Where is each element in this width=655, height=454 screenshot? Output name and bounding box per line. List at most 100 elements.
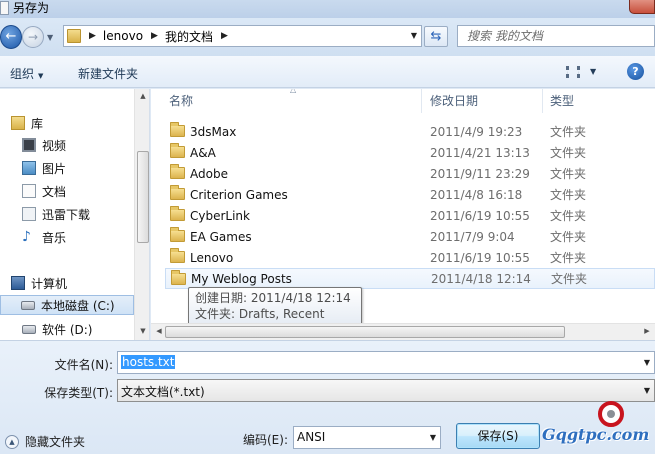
nav-item-downloads[interactable]: 迅雷下载 (22, 204, 90, 224)
breadcrumb-separator-icon[interactable]: ▶ (89, 31, 96, 41)
nav-item-music[interactable]: ♪ 音乐 (22, 227, 66, 247)
address-history-dropdown[interactable]: ▼ (411, 31, 417, 40)
breadcrumb-lenovo[interactable]: lenovo (103, 29, 143, 43)
file-name: Criterion Games (190, 187, 288, 202)
hard-drive-icon (22, 324, 36, 334)
filetype-label: 保存类型(T): (44, 386, 113, 400)
column-header-modified[interactable]: 修改日期 (430, 89, 478, 113)
file-row[interactable]: CyberLink 2011/6/19 10:55 文件夹 (165, 205, 655, 226)
scrollbar-thumb[interactable] (165, 326, 565, 338)
nav-item-label: 计算机 (31, 276, 68, 291)
filetype-select[interactable]: 文本文档(*.txt) ▼ (117, 379, 655, 402)
nav-item-pictures[interactable]: 图片 (22, 158, 66, 178)
view-options-dropdown[interactable]: ▼ (590, 67, 596, 76)
folder-icon (170, 185, 185, 200)
refresh-button[interactable]: ⇆ (424, 26, 448, 47)
file-row[interactable]: EA Games 2011/7/9 9:04 文件夹 (165, 226, 655, 247)
library-icon (11, 116, 25, 130)
file-row[interactable]: Lenovo 2011/6/19 10:55 文件夹 (165, 247, 655, 268)
file-name: CyberLink (190, 208, 250, 223)
nav-item-label: 软件 (D:) (42, 322, 93, 337)
back-arrow-icon: ← (5, 29, 17, 44)
chevron-down-icon[interactable]: ▼ (644, 358, 650, 367)
back-button[interactable]: ← (0, 25, 22, 49)
nav-item-drive-d[interactable]: 软件 (D:) (22, 319, 92, 339)
nav-item-drive-c[interactable]: 本地磁盘 (C:) (0, 295, 134, 315)
scrollbar-thumb[interactable] (137, 151, 149, 243)
breadcrumb-my-documents[interactable]: 我的文档 (165, 28, 213, 45)
forward-button[interactable]: → (22, 26, 44, 48)
column-header-type[interactable]: 类型 (550, 89, 574, 113)
column-header-name[interactable]: 名称 (169, 89, 193, 113)
site-watermark: Gqgtpc.com (540, 401, 655, 454)
file-modified-date: 2011/4/18 12:14 (431, 271, 531, 286)
breadcrumb-separator-icon[interactable]: ▶ (221, 31, 228, 41)
nav-item-documents[interactable]: 文档 (22, 181, 66, 201)
folder-icon (170, 248, 185, 263)
nav-item-label: 视频 (42, 138, 67, 153)
folder-icon (170, 164, 185, 179)
scroll-right-arrow-icon[interactable]: ▶ (639, 327, 655, 335)
breadcrumb-separator-icon[interactable]: ▶ (151, 31, 158, 41)
folder-icon (171, 270, 186, 285)
folder-icon (170, 206, 185, 221)
folder-icon (67, 29, 81, 43)
save-button[interactable]: 保存(S) (456, 423, 540, 449)
file-type: 文件夹 (551, 272, 588, 286)
folder-icon (170, 143, 185, 158)
nav-item-videos[interactable]: 视频 (22, 135, 66, 155)
scroll-down-arrow-icon[interactable]: ▼ (135, 327, 149, 335)
file-row[interactable]: Adobe 2011/9/11 23:29 文件夹 (165, 163, 655, 184)
window-icon (0, 1, 9, 15)
hide-folders-label: 隐藏文件夹 (25, 435, 86, 449)
change-view-icon[interactable] (566, 66, 580, 78)
address-bar[interactable]: ▶ lenovo ▶ 我的文档 ▶ ▼ (63, 25, 422, 47)
chevron-up-icon: ▲ (5, 434, 19, 449)
file-list-horizontal-scrollbar[interactable]: ◀ ▶ (151, 323, 655, 340)
search-input[interactable] (458, 26, 638, 46)
folder-icon (170, 122, 185, 137)
file-type: 文件夹 (550, 251, 587, 265)
file-type: 文件夹 (550, 125, 587, 139)
search-box[interactable] (457, 25, 655, 47)
encoding-value: ANSI (297, 430, 326, 444)
file-type: 文件夹 (550, 167, 587, 181)
file-type: 文件夹 (550, 230, 587, 244)
chevron-down-icon: ▼ (38, 72, 44, 80)
filename-input[interactable]: hosts.txt ▼ (117, 351, 655, 374)
recent-locations-dropdown[interactable]: ▼ (47, 33, 53, 42)
file-modified-date: 2011/6/19 10:55 (430, 208, 530, 223)
new-folder-button[interactable]: 新建文件夹 (78, 65, 138, 82)
scroll-up-arrow-icon[interactable]: ▲ (135, 92, 149, 100)
chevron-down-icon[interactable]: ▼ (644, 386, 650, 395)
file-row[interactable]: A&A 2011/4/21 13:13 文件夹 (165, 142, 655, 163)
file-modified-date: 2011/9/11 23:29 (430, 166, 530, 181)
nav-item-library[interactable]: 库 (11, 113, 43, 133)
nav-item-computer[interactable]: 计算机 (11, 273, 67, 293)
file-type: 文件夹 (550, 209, 587, 223)
help-icon[interactable]: ? (627, 63, 644, 80)
file-row[interactable]: 3dsMax 2011/4/9 19:23 文件夹 (165, 121, 655, 142)
chevron-down-icon[interactable]: ▼ (430, 433, 436, 442)
file-modified-date: 2011/7/9 9:04 (430, 229, 515, 244)
close-button[interactable] (629, 0, 655, 14)
file-type: 文件夹 (550, 188, 587, 202)
hide-folders-toggle[interactable]: ▲ 隐藏文件夹 (5, 433, 85, 450)
file-modified-date: 2011/4/9 19:23 (430, 124, 523, 139)
forward-arrow-icon: → (27, 30, 39, 44)
organize-button[interactable]: 组织 ▼ (10, 65, 43, 82)
nav-item-label: 文档 (42, 184, 67, 199)
column-divider[interactable] (542, 89, 543, 113)
filename-value[interactable]: hosts.txt (121, 355, 176, 369)
column-divider[interactable] (421, 89, 422, 113)
file-row-hovered[interactable]: My Weblog Posts 2011/4/18 12:14 文件夹 (165, 268, 655, 289)
hard-drive-icon (21, 300, 35, 310)
file-modified-date: 2011/6/19 10:55 (430, 250, 530, 265)
nav-pane-scrollbar[interactable]: ▲ ▼ (134, 89, 149, 340)
file-row[interactable]: Criterion Games 2011/4/8 16:18 文件夹 (165, 184, 655, 205)
encoding-select[interactable]: ANSI ▼ (293, 426, 441, 449)
picture-library-icon (22, 161, 36, 175)
nav-item-label: 音乐 (42, 230, 67, 245)
encoding-label: 编码(E): (243, 433, 288, 447)
file-name: Adobe (190, 166, 228, 181)
